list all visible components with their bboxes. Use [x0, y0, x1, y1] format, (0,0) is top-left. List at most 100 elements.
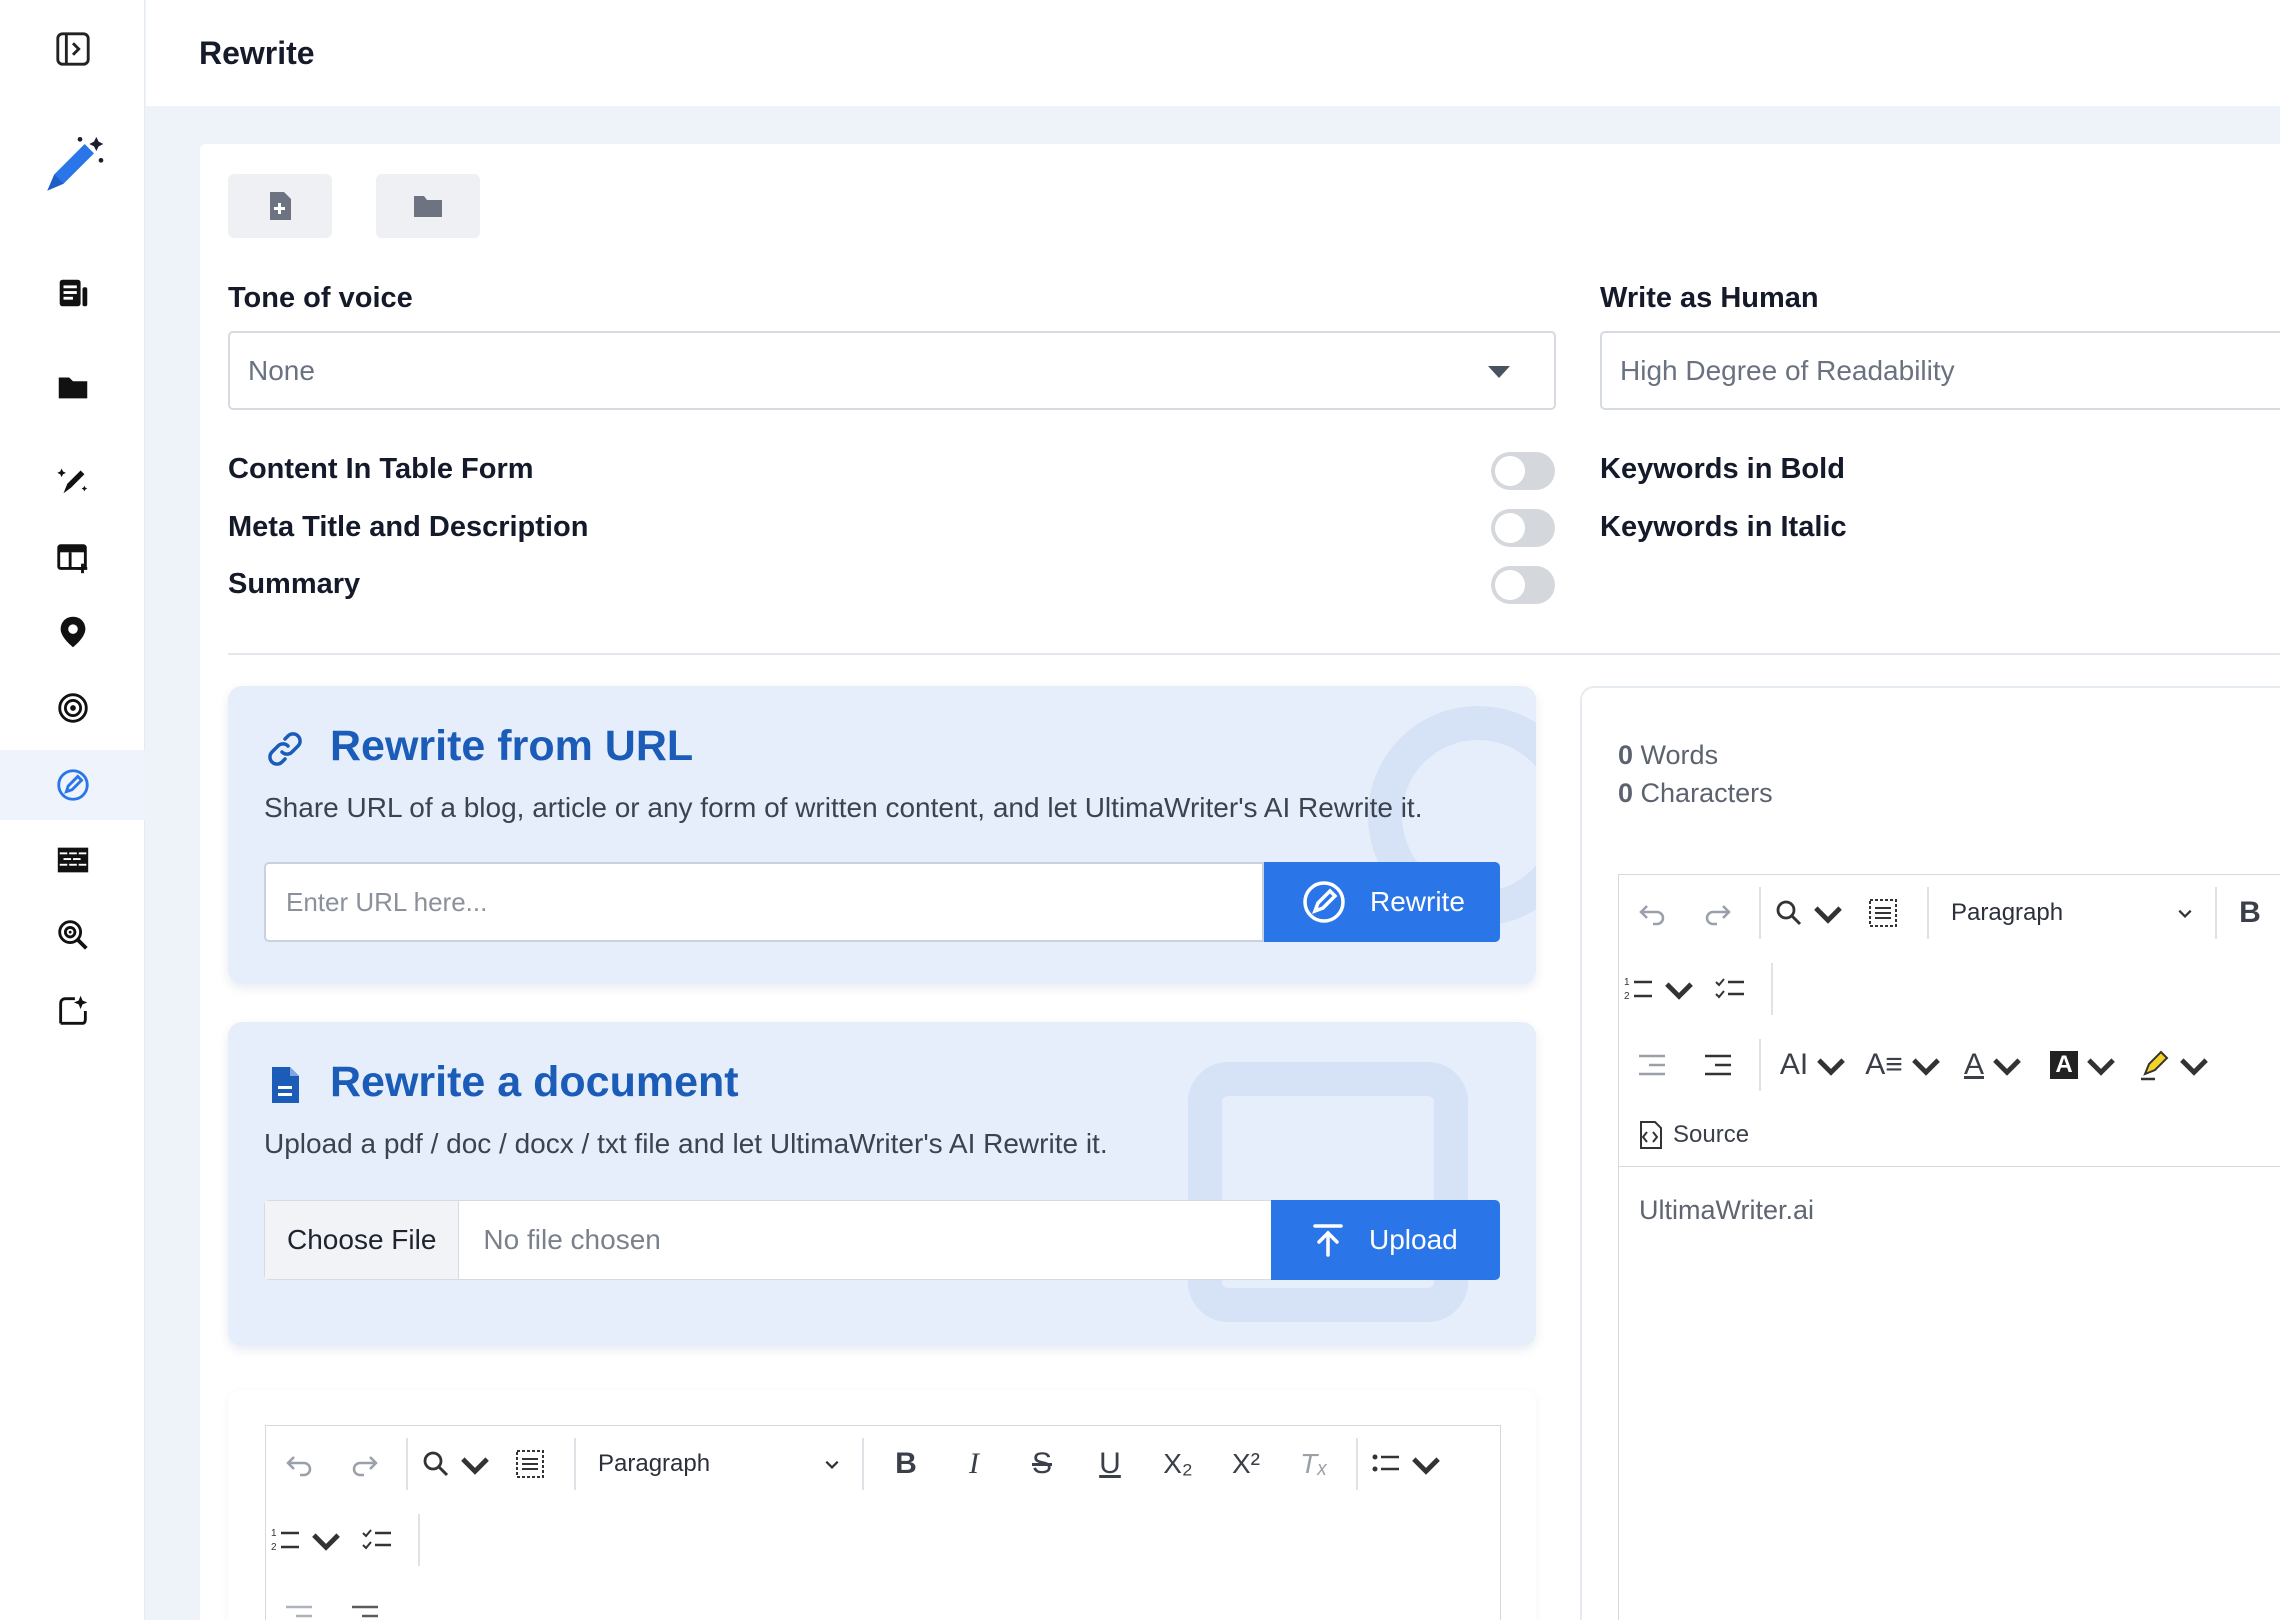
sidebar-item-seo[interactable]: [0, 900, 145, 970]
select-all-button[interactable]: [1847, 875, 1919, 951]
select-all-button[interactable]: [494, 1426, 566, 1502]
sidebar-item-folders[interactable]: [0, 352, 145, 422]
todo-list-button[interactable]: [1699, 951, 1763, 1027]
chevron-down-icon: [1412, 1457, 1440, 1475]
indent-icon: [1705, 1054, 1731, 1076]
font-family-icon: A≡: [1865, 1048, 1903, 1081]
svg-text:2: 2: [1624, 991, 1630, 1002]
chevron-down-icon: [2180, 1058, 2208, 1076]
find-replace-icon: [423, 1451, 449, 1477]
sidebar-toggle-icon: [55, 32, 90, 66]
new-document-button[interactable]: [228, 174, 332, 238]
font-family-button[interactable]: A≡: [1859, 1027, 1949, 1103]
human-select[interactable]: High Degree of Readability: [1600, 331, 2280, 410]
redo-button[interactable]: [1685, 875, 1751, 951]
sidebar-item-rewrite[interactable]: [0, 750, 145, 820]
meta-toggle[interactable]: [1491, 509, 1555, 547]
url-input[interactable]: Enter URL here...: [264, 862, 1264, 942]
tone-select[interactable]: None: [228, 331, 1556, 410]
find-replace-button[interactable]: [416, 1426, 494, 1502]
choose-file-button[interactable]: Choose File: [265, 1201, 460, 1279]
outdent-button[interactable]: [1619, 1027, 1685, 1103]
strikethrough-button[interactable]: S: [1008, 1426, 1076, 1502]
undo-icon: [1639, 905, 1665, 926]
output-editor: Paragraph B 12 AI A≡ A A Source UltimaWr…: [1618, 874, 2280, 1620]
main-editor: Paragraph B I S U X₂ X² Tₓ 12: [265, 1425, 1501, 1620]
outdent-button[interactable]: [266, 1578, 332, 1620]
font-color-button[interactable]: A: [1949, 1027, 2039, 1103]
subscript-button[interactable]: X₂: [1144, 1426, 1212, 1502]
top-bar: Rewrite: [146, 0, 2280, 106]
sidebar-toggle-button[interactable]: [0, 14, 145, 84]
bold-button[interactable]: B: [872, 1426, 940, 1502]
source-button[interactable]: Source: [1633, 1103, 1749, 1167]
numbered-list-button[interactable]: 12: [1619, 951, 1699, 1027]
todo-list-icon: [362, 1529, 391, 1550]
underline-icon: U: [1099, 1447, 1121, 1480]
bulleted-list-button[interactable]: [1366, 1426, 1446, 1502]
option-italic-label: Keywords in Italic: [1600, 511, 1847, 543]
option-summary-label: Summary: [228, 568, 361, 600]
output-toolbar-row-2: 12: [1619, 951, 2280, 1027]
caret-down-icon: [1488, 366, 1510, 378]
summary-toggle[interactable]: [1491, 566, 1555, 604]
chevron-down-icon: [2086, 1058, 2115, 1076]
human-label: Write as Human: [1600, 282, 1819, 314]
table-form-toggle[interactable]: [1491, 452, 1555, 490]
editor-content[interactable]: UltimaWriter.ai: [1639, 1195, 1814, 1226]
url-panel-subtitle: Share URL of a blog, article or any form…: [264, 792, 1423, 823]
sidebar-item-ai-edit[interactable]: [0, 976, 145, 1046]
tone-label: Tone of voice: [228, 282, 413, 314]
sidebar-item-local[interactable]: [0, 597, 145, 667]
bold-button[interactable]: B: [2225, 875, 2275, 951]
word-count: 0 Words: [1618, 740, 1718, 771]
italic-button[interactable]: I: [940, 1426, 1008, 1502]
redo-icon: [352, 1456, 378, 1477]
ai-pen-icon: [56, 468, 87, 494]
human-value: High Degree of Readability: [1620, 354, 1955, 386]
superscript-button[interactable]: X²: [1212, 1426, 1280, 1502]
sidebar-item-planner[interactable]: [0, 523, 145, 593]
paragraph-select[interactable]: Paragraph: [1937, 875, 2207, 951]
bold-icon: B: [2239, 896, 2261, 929]
undo-button[interactable]: [1619, 875, 1685, 951]
search-target-icon: [57, 920, 88, 950]
logo[interactable]: [0, 120, 145, 210]
indent-button[interactable]: [332, 1578, 398, 1620]
chevron-down-icon: [1817, 1058, 1846, 1076]
background-color-button[interactable]: A: [2039, 1027, 2129, 1103]
underline-button[interactable]: U: [1076, 1426, 1144, 1502]
toolbar-separator: [418, 1514, 420, 1566]
sidebar-item-bulk[interactable]: [0, 825, 145, 895]
url-panel: Rewrite from URL Share URL of a blog, ar…: [228, 686, 1536, 984]
indent-button[interactable]: [1685, 1027, 1751, 1103]
upload-button-label: Upload: [1369, 1224, 1458, 1255]
clear-format-button[interactable]: Tₓ: [1280, 1426, 1348, 1502]
document-icon: [272, 1067, 299, 1103]
sidebar-item-articles[interactable]: [0, 258, 145, 328]
font-size-button[interactable]: AI: [1769, 1027, 1859, 1103]
tone-value: None: [248, 354, 315, 386]
rewrite-button[interactable]: Rewrite: [1264, 862, 1500, 942]
undo-button[interactable]: [266, 1426, 332, 1502]
output-panel: 0 Words 0 Characters Paragraph B 12 AI A…: [1580, 686, 2280, 1620]
redo-button[interactable]: [332, 1426, 398, 1502]
upload-button[interactable]: Upload: [1271, 1200, 1500, 1280]
chevron-down-icon: [312, 1533, 340, 1551]
sidebar-item-target[interactable]: [0, 673, 145, 743]
character-count-value: 0: [1618, 778, 1634, 808]
editor-toolbar-row-1: Paragraph B I S U X₂ X² Tₓ: [266, 1426, 1500, 1502]
rewrite-icon: [56, 769, 89, 801]
open-folder-button[interactable]: [376, 174, 480, 238]
find-replace-button[interactable]: [1769, 875, 1847, 951]
sidebar-item-ai-writer[interactable]: [0, 445, 145, 515]
todo-list-button[interactable]: [346, 1502, 410, 1578]
clear-format-icon: Tₓ: [1300, 1448, 1328, 1479]
highlight-button[interactable]: [2129, 1027, 2219, 1103]
file-input[interactable]: Choose File No file chosen: [264, 1200, 1272, 1280]
sparkle-edit-icon: [58, 995, 87, 1025]
svg-text:2: 2: [271, 1542, 277, 1553]
numbered-list-button[interactable]: 12: [266, 1502, 346, 1578]
todo-list-icon: [1715, 978, 1744, 999]
paragraph-select[interactable]: Paragraph: [584, 1426, 854, 1502]
